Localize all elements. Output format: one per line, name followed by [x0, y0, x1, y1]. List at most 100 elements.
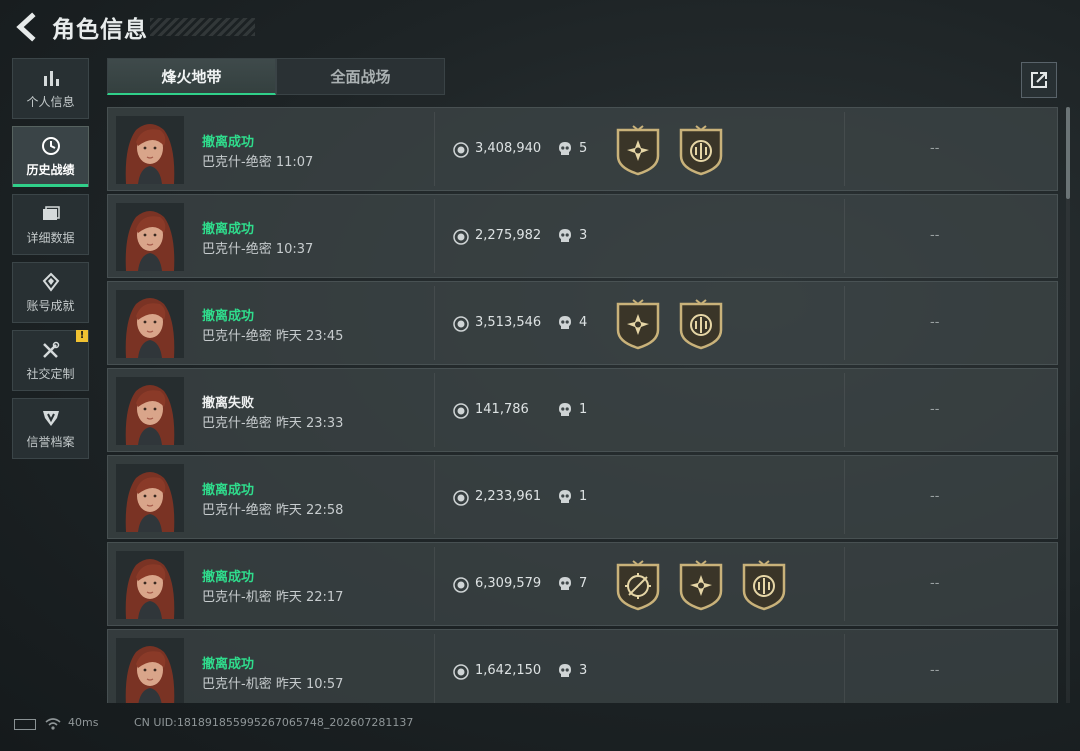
laurel-medal-icon[interactable]	[676, 124, 726, 176]
sidebar-item-label: 信誉档案	[26, 435, 75, 449]
star-medal-icon[interactable]	[613, 298, 663, 350]
extra-info: --	[930, 489, 940, 504]
extraction-result: 撤离成功	[202, 483, 255, 498]
medal-list	[613, 298, 739, 350]
map-and-time: 巴克什-机密 昨天 22:17	[202, 590, 344, 605]
sidebar-item-label: 账号成就	[26, 299, 75, 313]
kill-count: 3	[579, 228, 588, 243]
column-divider	[844, 199, 845, 273]
match-record-row[interactable]: 撤离成功 巴克什-绝密 11:07 3,408,940 5 --	[107, 107, 1058, 191]
map-and-time: 巴克什-绝密 10:37	[202, 242, 314, 257]
laurel-medal-icon[interactable]	[676, 298, 726, 350]
bar-chart-icon	[40, 67, 62, 89]
extra-info: --	[930, 663, 940, 678]
sidebar-item-detailed-data[interactable]: 详细数据	[12, 194, 89, 255]
skull-icon	[559, 664, 571, 677]
kill-count: 1	[579, 402, 588, 417]
column-divider	[844, 547, 845, 621]
extraction-result: 撤离成功	[202, 657, 255, 672]
operator-avatar	[116, 464, 184, 532]
map-and-time: 巴克什-绝密 昨天 23:45	[202, 329, 344, 344]
extra-info: --	[930, 576, 940, 591]
column-divider	[434, 634, 435, 703]
laurel-medal-icon[interactable]	[739, 559, 789, 611]
shield-icon	[40, 407, 62, 429]
wifi-icon	[45, 718, 61, 730]
skull-icon	[559, 490, 571, 503]
sidebar-item-label: 历史战绩	[26, 163, 75, 177]
coin-icon	[453, 403, 469, 419]
mode-tabs: 烽火地带 全面战场	[107, 58, 445, 95]
match-record-row[interactable]: 撤离成功 巴克什-绝密 昨天 23:45 3,513,546 4 --	[107, 281, 1058, 365]
tab-hazard-zone[interactable]: 烽火地带	[107, 58, 276, 95]
medal-list	[613, 124, 739, 176]
folder-icon	[40, 203, 62, 225]
scrollbar[interactable]	[1066, 107, 1070, 703]
kill-count: 3	[579, 663, 588, 678]
skull-icon	[559, 403, 571, 416]
column-divider	[844, 286, 845, 360]
star-medal-icon[interactable]	[613, 124, 663, 176]
column-divider	[434, 286, 435, 360]
skull-icon	[559, 229, 571, 242]
column-divider	[434, 373, 435, 447]
star-medal-icon[interactable]	[676, 559, 726, 611]
crosshair-medal-icon[interactable]	[613, 559, 663, 611]
match-record-row[interactable]: 撤离成功 巴克什-绝密 10:37 2,275,982 3 --	[107, 194, 1058, 278]
coin-icon	[453, 229, 469, 245]
sidebar-item-label: 社交定制	[26, 367, 75, 381]
match-history-list: 撤离成功 巴克什-绝密 11:07 3,408,940 5 -- 撤离成功 巴克…	[107, 107, 1058, 703]
loot-value: 6,309,579	[475, 576, 542, 591]
loot-value: 141,786	[475, 402, 529, 417]
operator-avatar	[116, 638, 184, 703]
sidebar-item-reputation[interactable]: 信誉档案	[12, 398, 89, 459]
sidebar-item-history[interactable]: 历史战绩	[12, 126, 89, 187]
extraction-result: 撤离成功	[202, 222, 255, 237]
operator-avatar	[116, 116, 184, 184]
extra-info: --	[930, 228, 940, 243]
column-divider	[844, 112, 845, 186]
match-record-row[interactable]: 撤离成功 巴克什-机密 昨天 22:17 6,309,579 7 --	[107, 542, 1058, 626]
extra-info: --	[930, 141, 940, 156]
back-arrow-icon[interactable]	[12, 12, 42, 42]
match-record-row[interactable]: 撤离成功 巴克什-机密 昨天 10:57 1,642,150 3 --	[107, 629, 1058, 703]
map-and-time: 巴克什-绝密 11:07	[202, 155, 314, 170]
tab-full-battlefield[interactable]: 全面战场	[276, 58, 445, 95]
match-record-row[interactable]: 撤离成功 巴克什-绝密 昨天 22:58 2,233,961 1 --	[107, 455, 1058, 539]
operator-avatar	[116, 377, 184, 445]
notification-badge: !	[76, 330, 88, 342]
extraction-result: 撤离成功	[202, 309, 255, 324]
sidebar: 个人信息 历史战绩 详细数据 账号成就 ! 社交定制 信誉档案	[12, 58, 90, 466]
page-title: 角色信息	[52, 17, 148, 43]
match-record-row[interactable]: 撤离失败 巴克什-绝密 昨天 23:33 141,786 1 --	[107, 368, 1058, 452]
operator-avatar	[116, 551, 184, 619]
loot-value: 2,275,982	[475, 228, 542, 243]
skull-icon	[559, 316, 571, 329]
title-decoration	[150, 18, 255, 36]
column-divider	[434, 547, 435, 621]
coin-icon	[453, 664, 469, 680]
battery-icon	[14, 719, 36, 730]
loot-value: 3,408,940	[475, 141, 542, 156]
kill-count: 5	[579, 141, 588, 156]
extra-info: --	[930, 315, 940, 330]
map-and-time: 巴克什-绝密 昨天 23:33	[202, 416, 344, 431]
share-button[interactable]	[1021, 62, 1057, 98]
map-and-time: 巴克什-绝密 昨天 22:58	[202, 503, 344, 518]
loot-value: 2,233,961	[475, 489, 542, 504]
loot-value: 3,513,546	[475, 315, 542, 330]
coin-icon	[453, 577, 469, 593]
scrollbar-thumb[interactable]	[1066, 107, 1070, 199]
extraction-result: 撤离失败	[202, 396, 255, 411]
sidebar-item-personal-info[interactable]: 个人信息	[12, 58, 89, 119]
user-uid: CN UID:181891855995267065748_20260728113…	[134, 716, 414, 729]
coin-icon	[453, 316, 469, 332]
kill-count: 1	[579, 489, 588, 504]
sidebar-item-achievements[interactable]: 账号成就	[12, 262, 89, 323]
clock-icon	[40, 135, 62, 157]
ping-text: 40ms	[68, 716, 99, 729]
kill-count: 7	[579, 576, 588, 591]
sidebar-item-social[interactable]: ! 社交定制	[12, 330, 89, 391]
column-divider	[434, 199, 435, 273]
status-footer: 40ms CN UID:181891855995267065748_202607…	[0, 705, 1080, 751]
